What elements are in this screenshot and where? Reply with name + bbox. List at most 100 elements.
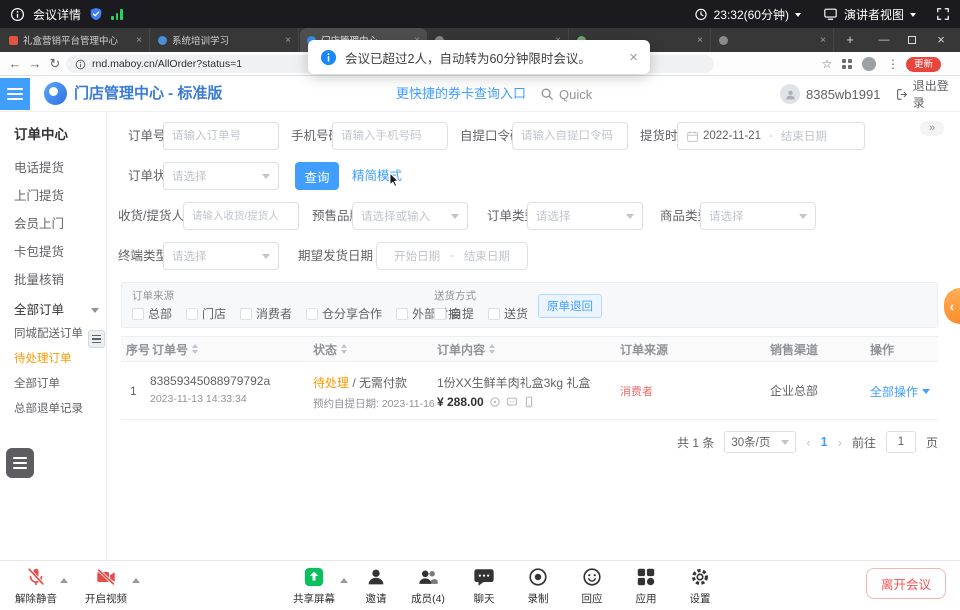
checkbox-warehouse-share[interactable]: 仓分享合作 — [306, 305, 382, 322]
sidebar-item-batch-verify[interactable]: 批量核销 — [0, 266, 107, 294]
start-video-button[interactable]: 开启视频 — [80, 566, 132, 606]
apps-button[interactable]: 应用 — [620, 566, 672, 606]
select-placeholder: 请选择 — [709, 208, 744, 224]
site-info-icon[interactable] — [75, 59, 86, 70]
sidebar-group-label: 全部订单 — [14, 303, 64, 317]
next-page-button[interactable]: › — [838, 435, 842, 450]
tab-close-icon[interactable]: × — [136, 35, 142, 46]
sidebar-subitem-hq-refund-records[interactable]: 总部退单记录 — [0, 397, 107, 422]
close-window-button[interactable]: × — [926, 28, 956, 52]
sort-icon[interactable] — [489, 344, 495, 354]
pickup-code-input[interactable] — [512, 122, 628, 150]
checkbox-self-pickup[interactable]: 自提 — [434, 305, 474, 322]
goto-page-input[interactable] — [886, 431, 916, 453]
extensions-icon[interactable] — [842, 59, 852, 69]
goods-type-select[interactable]: 请选择 — [700, 202, 816, 230]
goto-label: 前往 — [852, 434, 876, 451]
members-button[interactable]: 成员(4) — [402, 566, 454, 606]
timer-caret-icon[interactable] — [795, 13, 801, 17]
kebab-menu-icon[interactable]: ⋮ — [884, 52, 902, 76]
share-options-chevron-icon[interactable] — [340, 578, 348, 583]
order-status-select[interactable]: 请选择 — [163, 162, 279, 190]
member-list-button[interactable] — [6, 448, 34, 478]
side-panel-handle[interactable]: ‹ — [944, 288, 960, 324]
page-number-current[interactable]: 1 — [821, 435, 828, 449]
sidebar-subitem-all-orders[interactable]: 全部订单 — [0, 372, 107, 397]
return-original-order-button[interactable]: 原单退回 — [538, 294, 602, 318]
th-order-no[interactable]: 订单号 — [152, 336, 198, 362]
profile-avatar[interactable] — [862, 57, 876, 71]
page-size-select[interactable]: 30条/页 — [724, 431, 796, 453]
terminal-type-select[interactable]: 请选择 — [163, 242, 279, 270]
select-placeholder: 请选择 — [172, 248, 207, 264]
info-icon[interactable] — [10, 7, 25, 22]
query-button[interactable]: 查询 — [295, 162, 339, 190]
meeting-details-label[interactable]: 会议详情 — [33, 6, 81, 23]
unmute-button[interactable]: 解除静音 — [10, 566, 62, 606]
forward-icon[interactable]: → — [26, 52, 44, 76]
tab-close-icon[interactable]: × — [697, 35, 703, 46]
shield-check-icon[interactable] — [89, 7, 103, 21]
cell-action[interactable]: 全部操作 — [870, 362, 930, 420]
quick-search[interactable]: Quick — [540, 76, 592, 112]
checkbox-delivery[interactable]: 送货 — [488, 305, 528, 322]
receiver-input[interactable] — [183, 202, 299, 230]
camera-options-chevron-icon[interactable] — [132, 578, 140, 583]
th-content[interactable]: 订单内容 — [437, 336, 495, 362]
browser-tab-1[interactable]: 礼盒营销平台管理中心 × — [2, 28, 150, 52]
toast-close-icon[interactable]: × — [629, 49, 638, 66]
person-icon — [365, 566, 387, 588]
th-status[interactable]: 状态 — [313, 336, 347, 362]
checkbox-consumer[interactable]: 消费者 — [240, 305, 292, 322]
sidebar-item-card-pickup[interactable]: 卡包提货 — [0, 238, 107, 266]
order-type-select[interactable]: 请选择 — [527, 202, 643, 230]
leave-meeting-button[interactable]: 离开会议 — [866, 568, 946, 599]
bookmark-star-icon[interactable]: ☆ — [818, 52, 836, 76]
sidebar-mini-toggle[interactable] — [88, 330, 105, 348]
sidebar-subitem-pending-orders[interactable]: 待处理订单 — [0, 347, 107, 372]
sidebar-group-all-orders[interactable]: 全部订单 — [0, 296, 107, 324]
view-mode-caret-icon[interactable] — [910, 13, 916, 17]
settings-button[interactable]: 设置 — [674, 566, 726, 606]
meeting-toast: 会议已超过2人，自动转为60分钟限时会议。 × — [308, 40, 650, 74]
chat-button[interactable]: 聊天 — [458, 566, 510, 606]
brand-select[interactable]: 请选择或输入 — [352, 202, 468, 230]
checkbox-hq[interactable]: 总部 — [132, 305, 172, 322]
tab-close-icon[interactable]: × — [285, 35, 291, 46]
record-button[interactable]: 录制 — [512, 566, 564, 606]
browser-tab-2[interactable]: 系统培训学习 × — [151, 28, 299, 52]
sidebar-item-door-pickup[interactable]: 上门提货 — [0, 182, 107, 210]
invite-button[interactable]: 邀请 — [350, 566, 402, 606]
reaction-button[interactable]: 回应 — [566, 566, 618, 606]
expect-date-range[interactable]: 开始日期 - 结束日期 — [376, 242, 528, 270]
logout-button[interactable]: 退出登录 — [896, 76, 960, 112]
new-tab-button[interactable]: + — [840, 28, 860, 52]
maximize-button[interactable] — [898, 28, 926, 52]
mic-options-chevron-icon[interactable] — [60, 578, 68, 583]
sidebar-toggle-button[interactable] — [0, 78, 30, 110]
action-dropdown-label[interactable]: 全部操作 — [870, 383, 918, 400]
reaction-label: 回应 — [582, 591, 603, 606]
user-info[interactable]: 8385wb1991 — [780, 76, 880, 112]
share-screen-button[interactable]: 共享屏幕 — [288, 566, 340, 606]
quick-query-link[interactable]: 更快捷的券卡查询入口 — [396, 76, 526, 112]
sidebar-item-member-visit[interactable]: 会员上门 — [0, 210, 107, 238]
fullscreen-icon[interactable] — [936, 7, 950, 21]
tab-close-icon[interactable]: × — [820, 35, 826, 46]
minimize-button[interactable]: — — [870, 28, 898, 52]
browser-tab-6[interactable]: × — [712, 28, 834, 52]
prev-page-button[interactable]: ‹ — [806, 435, 810, 450]
reload-icon[interactable]: ↻ — [46, 52, 64, 76]
sidebar-item-phone-pickup[interactable]: 电话提货 — [0, 154, 107, 182]
sort-icon[interactable] — [341, 344, 347, 354]
back-icon[interactable]: ← — [6, 52, 24, 76]
sort-icon[interactable] — [192, 344, 198, 354]
update-button[interactable]: 更新 — [906, 57, 941, 72]
checkbox-store[interactable]: 门店 — [186, 305, 226, 322]
view-mode-label[interactable]: 演讲者视图 — [844, 6, 904, 23]
meeting-timer[interactable]: 23:32(60分钟) — [714, 6, 789, 23]
collapse-filter-button[interactable]: » — [920, 121, 944, 136]
pickup-time-range[interactable]: 2022-11-21 - 结束日期 — [677, 122, 865, 150]
phone-input[interactable] — [332, 122, 448, 150]
order-no-input[interactable] — [163, 122, 279, 150]
